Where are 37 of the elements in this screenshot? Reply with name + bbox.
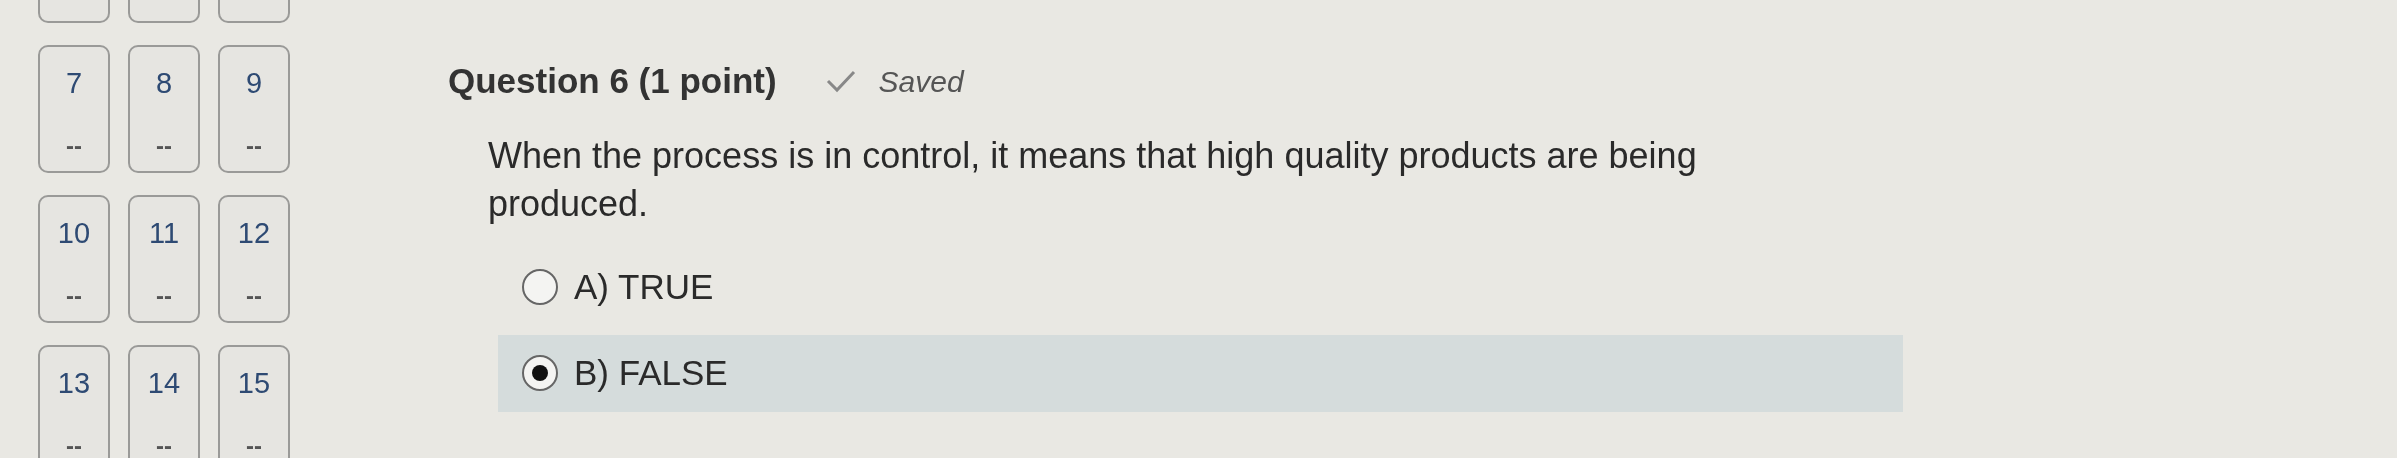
question-number: 12 [237,219,271,248]
question-text: When the process is in control, it means that high quality products are being produced. [488,133,1698,227]
answer-status: -- [156,434,172,458]
question-number: 8 [155,69,173,98]
answer-status: -- [246,134,262,158]
answer-option[interactable]: A) TRUE [498,248,1903,326]
radio-button[interactable] [522,355,558,392]
answer-status: -- [66,434,82,458]
answer-status: -- [246,434,262,458]
question-tile[interactable]: 12 -- [218,195,290,323]
radio-button[interactable] [522,268,558,305]
question-tile[interactable]: 15 -- [218,345,290,458]
question-tile[interactable]: 13 -- [38,345,110,458]
answer-status: -- [66,284,82,308]
question-tile[interactable]: 10 -- [38,195,110,323]
question-number: 10 [57,219,91,248]
question-tile[interactable]: 14 -- [128,345,200,458]
option-label: B) FALSE [574,352,728,395]
answer-status: -- [156,284,172,308]
answer-option[interactable]: B) FALSE [498,335,1903,412]
question-tile[interactable]: 11 -- [128,195,200,323]
question-number: 11 [148,219,180,248]
saved-status: Saved [878,63,964,100]
question-number: 15 [237,369,271,398]
answer-status: -- [66,134,82,158]
checkmark-icon [824,69,857,94]
question-tile[interactable]: 9 -- [218,45,290,173]
question-number: 13 [57,369,91,398]
question-number: 14 [147,369,181,398]
question-tile[interactable]: 8 -- [128,45,200,173]
question-title: Question 6 (1 point) [448,60,777,102]
question-tile[interactable]: 7 -- [38,45,110,173]
answer-status: -- [246,284,262,308]
question-number: 9 [245,69,263,98]
question-number: 7 [65,69,83,98]
option-label: A) TRUE [574,265,714,308]
answer-status: -- [156,134,172,158]
